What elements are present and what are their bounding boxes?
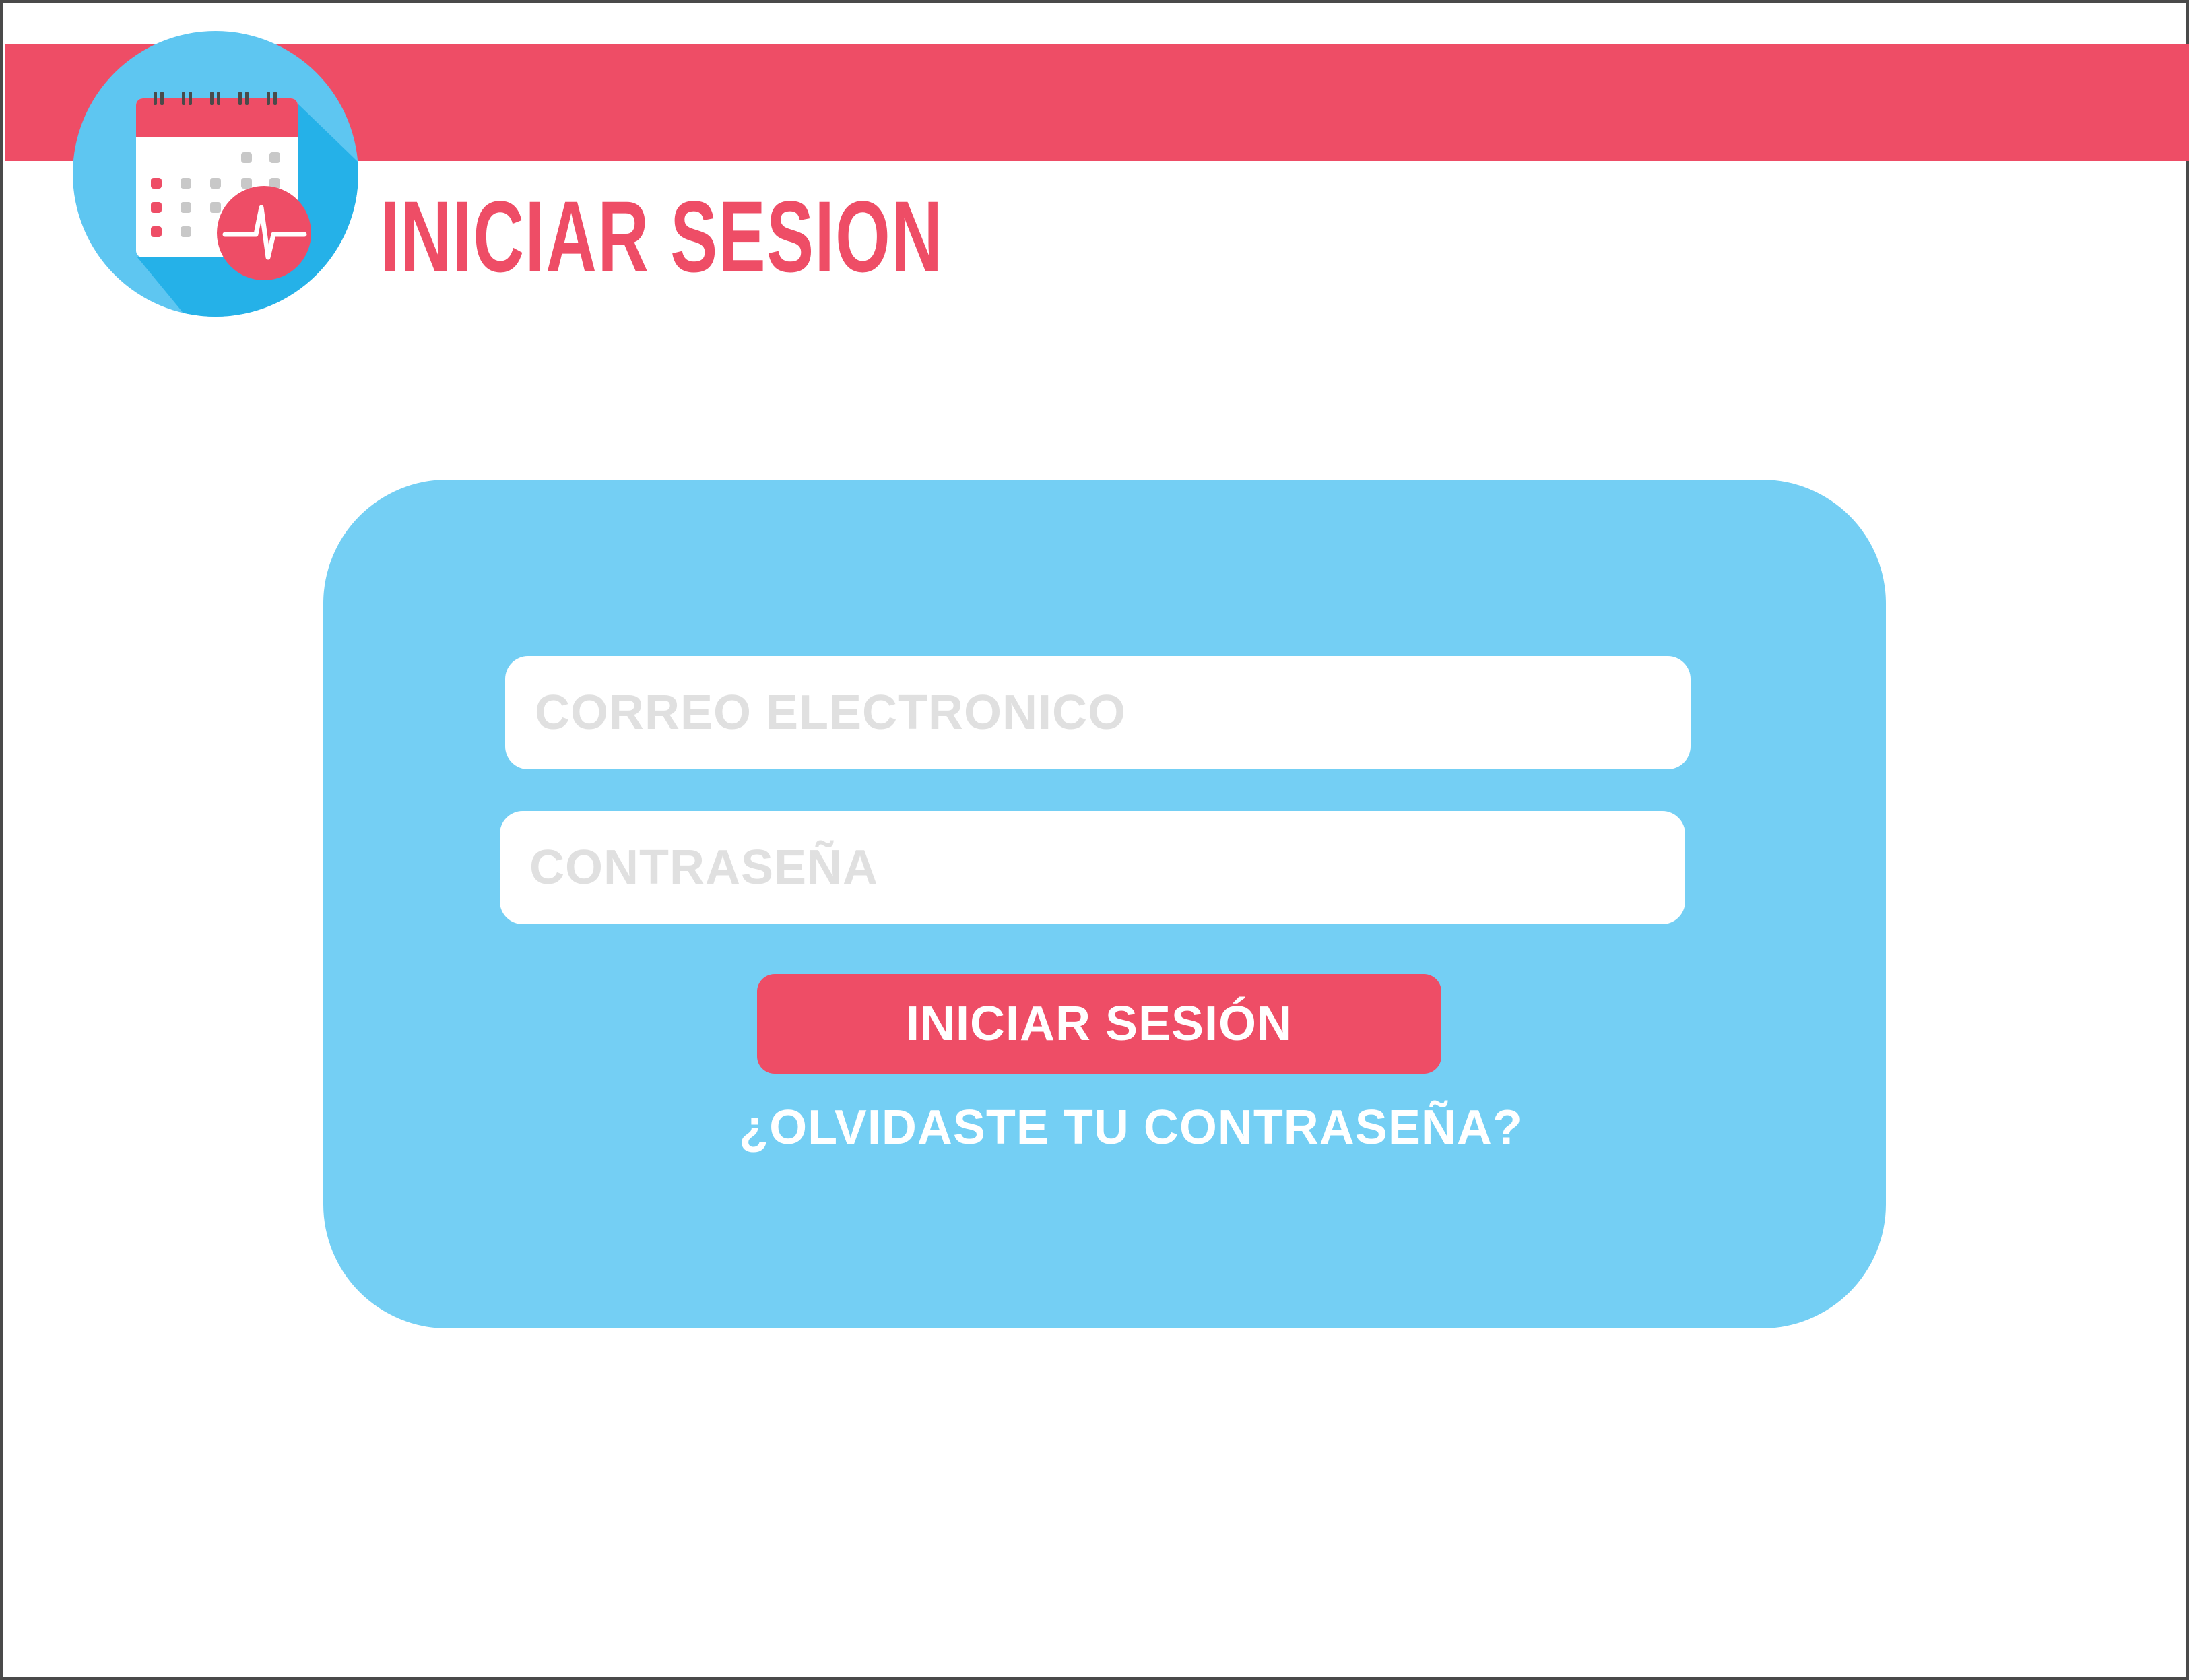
email-input[interactable]: [505, 656, 1691, 769]
forgot-password-label: ¿OLVIDASTE TU CONTRASEÑA?: [739, 1101, 1523, 1155]
login-card: INICIAR SESIÓN ¿OLVIDASTE TU CONTRASEÑA?: [323, 480, 1886, 1328]
forgot-password-link[interactable]: ¿OLVIDASTE TU CONTRASEÑA?: [323, 1094, 1886, 1161]
calendar-heartbeat-icon: [73, 31, 358, 317]
app-window: INICIAR SESION INICIAR SESIÓN ¿OLVIDASTE…: [0, 0, 2189, 1680]
password-field: [500, 811, 1685, 924]
password-input[interactable]: [500, 811, 1685, 924]
login-button[interactable]: INICIAR SESIÓN: [757, 974, 1441, 1074]
app-logo: [73, 31, 358, 317]
email-field: [505, 656, 1691, 769]
page-title: INICIAR SESION: [380, 180, 944, 293]
